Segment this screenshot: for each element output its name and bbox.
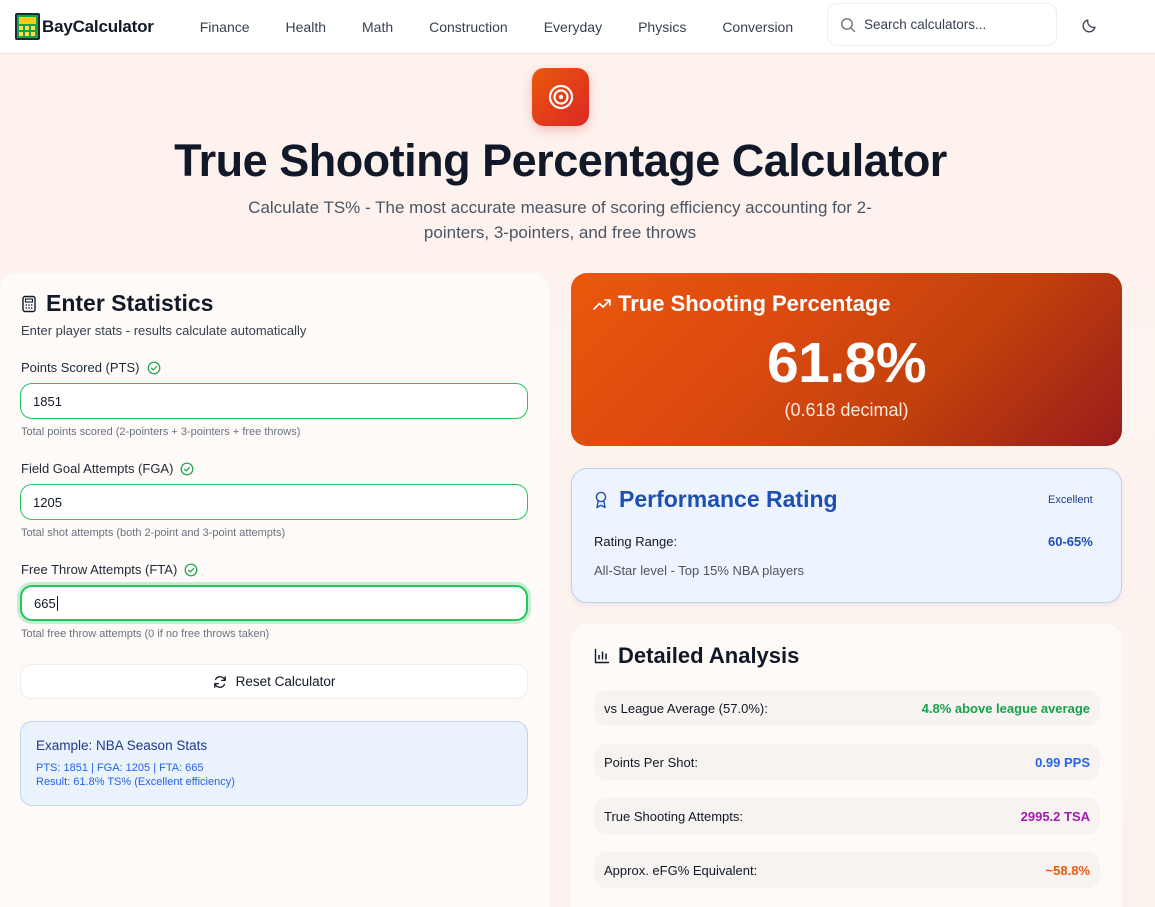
- fta-label-text: Free Throw Attempts (FTA): [21, 562, 178, 577]
- trending-up-icon: [593, 299, 611, 310]
- result-title: True Shooting Percentage: [618, 291, 891, 316]
- check-circle-icon: [184, 563, 198, 576]
- nav-item-finance[interactable]: Finance: [200, 19, 250, 35]
- nav-item-physics[interactable]: Physics: [638, 19, 686, 35]
- target-icon: [532, 68, 589, 126]
- metric-value: 4.8% above league average: [921, 700, 1090, 716]
- metric-label: Points Per Shot:: [604, 754, 698, 770]
- fta-input-value: 665: [34, 595, 56, 611]
- fta-hint: Total free throw attempts (0 if no free …: [21, 628, 270, 640]
- rating-title: Performance Rating: [619, 486, 838, 512]
- moon-icon[interactable]: [1081, 16, 1099, 34]
- metric-row-true-shooting-attempts: True Shooting Attempts: 2995.2 TSA: [594, 798, 1100, 834]
- points-label-text: Points Scored (PTS): [21, 360, 140, 375]
- top-navbar: BayCalculator Finance Health Math Constr…: [0, 0, 1155, 54]
- metric-row-efg-equivalent: Approx. eFG% Equivalent: ~58.8%: [594, 852, 1100, 888]
- points-input-value: 1851: [33, 393, 62, 409]
- points-hint: Total points scored (2-pointers + 3-poin…: [21, 426, 301, 438]
- nav-item-everyday[interactable]: Everyday: [544, 19, 602, 35]
- fga-input[interactable]: 1205: [20, 484, 528, 520]
- rating-description: All-Star level - Top 15% NBA players: [594, 563, 805, 578]
- points-field-label: Points Scored (PTS): [21, 360, 161, 375]
- metric-label: Approx. eFG% Equivalent:: [604, 862, 758, 878]
- analysis-title: Detailed Analysis: [618, 643, 800, 668]
- metric-label: True Shooting Attempts:: [604, 808, 743, 824]
- search-box[interactable]: [827, 3, 1057, 46]
- ts-percentage-value: 61.8%: [766, 331, 927, 395]
- calculator-icon: [22, 295, 36, 312]
- rating-heading: Performance Rating: [594, 486, 838, 513]
- metric-row-league-average: vs League Average (57.0%): 4.8% above le…: [594, 690, 1100, 726]
- text-caret: [56, 595, 58, 611]
- refresh-icon: [213, 675, 226, 688]
- rating-badge: Excellent: [1048, 494, 1093, 506]
- metric-label: vs League Average (57.0%):: [604, 700, 768, 716]
- example-stats: PTS: 1851 | FGA: 1205 | FTA: 665: [36, 762, 204, 774]
- ts-decimal-value: (0.618 decimal): [784, 400, 909, 420]
- page-subtitle: Calculate TS% - The most accurate measur…: [248, 198, 872, 242]
- result-heading: True Shooting Percentage: [593, 291, 891, 317]
- example-box: Example: NBA Season Stats PTS: 1851 | FG…: [20, 721, 528, 806]
- rating-range-label: Rating Range:: [594, 534, 678, 549]
- fga-label-text: Field Goal Attempts (FGA): [21, 461, 174, 476]
- search-icon: [841, 17, 856, 32]
- reset-button-label: Reset Calculator: [235, 674, 336, 689]
- award-icon: [595, 491, 607, 508]
- nav-item-math[interactable]: Math: [362, 19, 393, 35]
- nav-item-health[interactable]: Health: [286, 19, 326, 35]
- fga-field-label: Field Goal Attempts (FGA): [21, 461, 194, 476]
- metric-row-points-per-shot: Points Per Shot: 0.99 PPS: [594, 744, 1100, 780]
- metric-value: 0.99 PPS: [1035, 754, 1090, 770]
- form-description: Enter player stats - results calculate a…: [21, 323, 307, 338]
- nav-item-conversion[interactable]: Conversion: [722, 19, 793, 35]
- brand-link[interactable]: BayCalculator: [15, 13, 154, 40]
- bar-chart-icon: [594, 648, 610, 664]
- points-input[interactable]: 1851: [20, 383, 528, 419]
- page-title: True Shooting Percentage Calculator: [174, 135, 947, 186]
- main-nav: Finance Health Math Construction Everyda…: [200, 19, 829, 35]
- nav-item-construction[interactable]: Construction: [429, 19, 508, 35]
- search-input[interactable]: [864, 17, 1044, 32]
- check-circle-icon: [181, 462, 194, 475]
- form-title: Enter Statistics: [46, 290, 214, 316]
- example-result: Result: 61.8% TS% (Excellent efficiency): [36, 776, 235, 788]
- fta-field-label: Free Throw Attempts (FTA): [21, 562, 198, 577]
- metric-value: 2995.2 TSA: [1020, 808, 1090, 824]
- example-title: Example: NBA Season Stats: [36, 738, 208, 753]
- rating-range-value: 60-65%: [1048, 534, 1093, 549]
- fga-input-value: 1205: [33, 494, 62, 510]
- form-heading: Enter Statistics: [20, 290, 213, 317]
- fga-hint: Total shot attempts (both 2-point and 3-…: [21, 527, 286, 539]
- check-circle-icon: [147, 361, 160, 374]
- fta-input[interactable]: 665: [20, 585, 528, 621]
- reset-button[interactable]: Reset Calculator: [20, 664, 528, 699]
- analysis-heading: Detailed Analysis: [594, 643, 799, 669]
- calculator-logo-icon: [15, 13, 40, 40]
- brand-name: BayCalculator: [42, 16, 154, 36]
- metric-value: ~58.8%: [1045, 862, 1090, 878]
